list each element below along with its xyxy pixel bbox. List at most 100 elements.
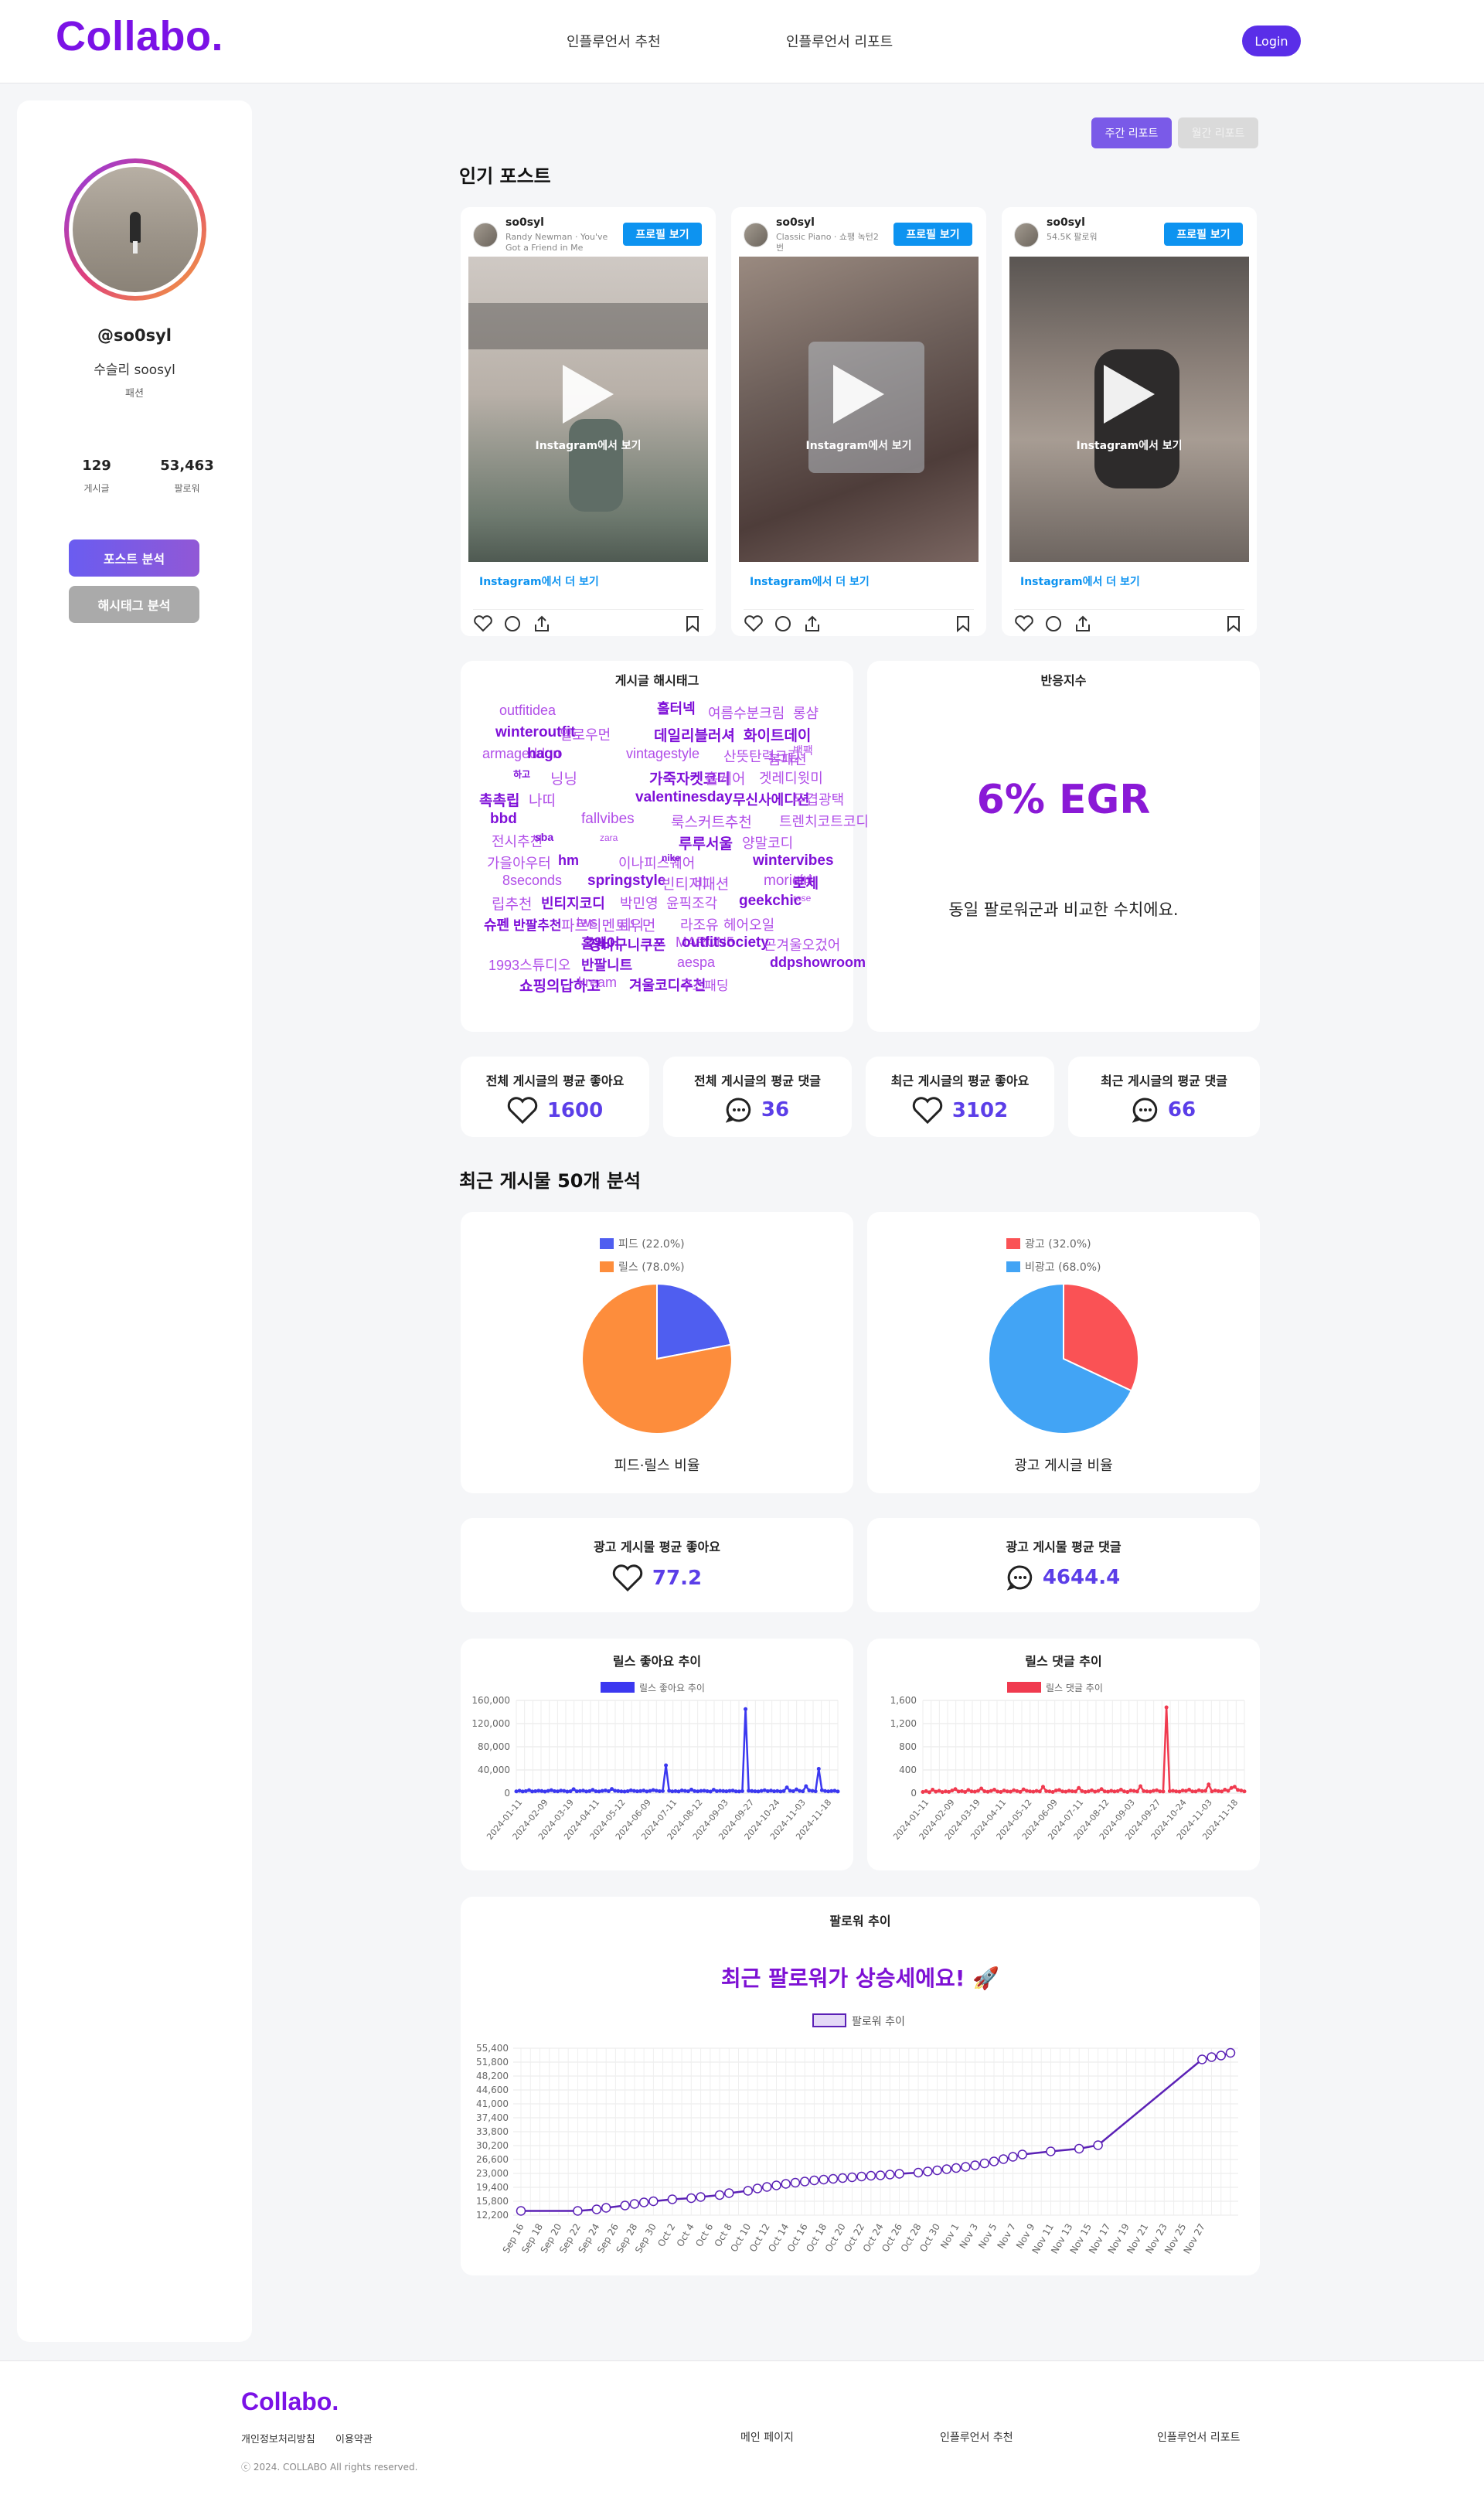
instagram-more-link[interactable]: Instagram에서 더 보기 bbox=[750, 573, 870, 589]
hashtag-item[interactable]: 룩스커트추천 bbox=[671, 811, 752, 832]
hashtag-item[interactable]: 윤픽조각 bbox=[666, 893, 717, 913]
hashtag-item[interactable]: 촉촉립 bbox=[479, 789, 519, 810]
hashtag-item[interactable]: springstyle bbox=[587, 873, 665, 890]
footer-link-main[interactable]: 메인 페이지 bbox=[740, 2429, 794, 2445]
instagram-more-link[interactable]: Instagram에서 더 보기 bbox=[479, 573, 599, 589]
data-point bbox=[943, 1789, 948, 1794]
hashtag-item[interactable]: 빈티지코디 bbox=[541, 893, 605, 913]
hashtag-item[interactable]: 8seconds bbox=[502, 873, 562, 889]
hashtag-item[interactable]: 박민영 bbox=[620, 893, 659, 913]
instagram-view-link[interactable]: Instagram에서 보기 bbox=[1009, 437, 1249, 453]
hashtag-item[interactable]: 가을아우터 bbox=[487, 853, 551, 873]
instagram-view-link[interactable]: Instagram에서 보기 bbox=[739, 437, 979, 453]
view-profile-button[interactable]: 프로필 보기 bbox=[893, 223, 972, 246]
tab-monthly-report[interactable]: 월간 리포트 bbox=[1178, 117, 1258, 148]
hashtag-item[interactable]: 양말코디 bbox=[742, 832, 793, 853]
hashtag-item[interactable]: outfitsociety bbox=[682, 934, 769, 951]
instagram-view-link[interactable]: Instagram에서 보기 bbox=[468, 437, 708, 453]
instagram-more-link[interactable]: Instagram에서 더 보기 bbox=[1020, 573, 1140, 589]
play-icon[interactable] bbox=[563, 365, 614, 424]
hashtag-item[interactable]: 로제 bbox=[793, 873, 819, 893]
footer-logo[interactable]: Collabo. bbox=[241, 2388, 339, 2416]
bookmark-icon[interactable] bbox=[954, 614, 972, 633]
hashtag-item[interactable]: 닝닝 bbox=[550, 767, 577, 788]
post-video[interactable]: Instagram에서 보기 bbox=[1009, 257, 1249, 562]
post-video[interactable]: Instagram에서 보기 bbox=[468, 257, 708, 562]
nav-influencer-recommend[interactable]: 인플루언서 추천 bbox=[567, 31, 661, 51]
hashtag-item[interactable]: 밀로우먼 bbox=[560, 724, 611, 744]
hashtag-item[interactable]: bbd bbox=[490, 811, 517, 828]
hashtag-item[interactable]: 롱샴 bbox=[793, 703, 819, 723]
view-profile-button[interactable]: 프로필 보기 bbox=[1164, 223, 1243, 246]
hashtag-item[interactable]: nike bbox=[662, 853, 680, 863]
hashtag-item[interactable]: wintervibes bbox=[753, 853, 834, 870]
brand-logo[interactable]: Collabo. bbox=[56, 12, 223, 60]
hashtag-analysis-button[interactable]: 해시태그 분석 bbox=[69, 586, 199, 623]
hashtag-item[interactable]: fallvibes bbox=[581, 811, 635, 828]
heart-icon[interactable] bbox=[473, 614, 493, 633]
nav-influencer-report[interactable]: 인플루언서 리포트 bbox=[786, 31, 893, 51]
post-username[interactable]: so0syl bbox=[776, 216, 815, 229]
view-profile-button[interactable]: 프로필 보기 bbox=[623, 223, 702, 246]
tab-weekly-report[interactable]: 주간 리포트 bbox=[1091, 117, 1172, 148]
hashtag-item[interactable]: 1993스튜디오 bbox=[488, 955, 570, 975]
footer-link-recommend[interactable]: 인플루언서 추천 bbox=[940, 2429, 1013, 2445]
hashtag-item[interactable]: 슈펜 bbox=[484, 914, 509, 934]
hashtag-item[interactable]: 나띠 bbox=[529, 789, 556, 810]
heart-icon[interactable] bbox=[744, 614, 764, 633]
terms-link[interactable]: 이용약관 bbox=[335, 2431, 373, 2445]
hashtag-item[interactable]: 백팩 bbox=[793, 743, 813, 758]
hashtag-item[interactable]: 트렌치코트코디 bbox=[779, 811, 869, 831]
bookmark-icon[interactable] bbox=[683, 614, 702, 633]
comment-icon[interactable] bbox=[773, 614, 793, 633]
hashtag-item[interactable]: 곤겨울오겄어 bbox=[764, 934, 840, 955]
hashtag-item[interactable]: ddpshowroom bbox=[770, 955, 866, 971]
post-username[interactable]: so0syl bbox=[1047, 216, 1085, 229]
hashtag-item[interactable]: 반팔니트 bbox=[581, 955, 632, 975]
share-icon[interactable] bbox=[802, 614, 822, 633]
hashtag-item[interactable]: 헤어오일 bbox=[723, 914, 774, 934]
hashtag-item[interactable]: zara bbox=[600, 832, 618, 843]
post-username[interactable]: so0syl bbox=[505, 216, 544, 229]
heart-icon[interactable] bbox=[1014, 614, 1034, 633]
hashtag-item[interactable]: kream bbox=[578, 975, 617, 991]
hashtag-item[interactable]: 비 bbox=[694, 873, 707, 893]
hashtag-item[interactable]: 겟레디윗미 bbox=[759, 767, 823, 788]
hashtag-item[interactable]: 파르티멘토우먼 bbox=[561, 914, 655, 935]
hashtag-item[interactable]: 반팔추천 bbox=[513, 914, 562, 934]
hashtag-item[interactable]: 홀케어 bbox=[705, 767, 745, 788]
hashtag-item[interactable]: 화이트데이 bbox=[744, 724, 811, 745]
hashtag-item[interactable]: rose bbox=[793, 893, 811, 904]
privacy-policy-link[interactable]: 개인정보처리방침 bbox=[241, 2431, 315, 2445]
hashtag-item[interactable]: hm bbox=[558, 853, 579, 869]
hashtag-item[interactable]: valentinesday bbox=[635, 789, 733, 806]
hashtag-item[interactable]: 구스패딩 bbox=[680, 975, 729, 994]
comment-icon[interactable] bbox=[1043, 614, 1064, 633]
hashtag-item[interactable]: 립추천 bbox=[492, 893, 532, 914]
play-icon[interactable] bbox=[1104, 365, 1155, 424]
bookmark-icon[interactable] bbox=[1224, 614, 1243, 633]
post-video[interactable]: Instagram에서 보기 bbox=[739, 257, 979, 562]
play-icon[interactable] bbox=[833, 365, 884, 424]
hashtag-item[interactable]: sba bbox=[535, 831, 553, 843]
hashtag-item[interactable]: aespa bbox=[677, 955, 715, 971]
share-icon[interactable] bbox=[1073, 614, 1093, 633]
hashtag-item[interactable]: vintagestyle bbox=[626, 746, 699, 762]
hashtag-item[interactable]: 이나피스퀘어 bbox=[618, 853, 695, 873]
hashtag-item[interactable]: 라조유 bbox=[680, 914, 719, 934]
hashtag-item[interactable]: 두겹광택 bbox=[793, 789, 844, 809]
hashtag-item[interactable]: 여름수분크림 bbox=[708, 703, 785, 723]
data-point bbox=[1099, 1787, 1104, 1792]
hashtag-item[interactable]: 데일리블러셔 bbox=[654, 724, 735, 745]
post-analysis-button[interactable]: 포스트 분석 bbox=[69, 539, 199, 577]
comment-icon[interactable] bbox=[502, 614, 522, 633]
hashtag-item[interactable]: 홀터넥 bbox=[657, 698, 696, 718]
hashtag-item[interactable]: 하고 bbox=[513, 767, 530, 781]
footer-link-report[interactable]: 인플루언서 리포트 bbox=[1157, 2429, 1241, 2445]
hashtag-item[interactable]: 루루서울 bbox=[679, 832, 733, 853]
login-button[interactable]: Login bbox=[1242, 26, 1301, 56]
share-icon[interactable] bbox=[532, 614, 552, 633]
hashtag-item[interactable]: outfitidea bbox=[499, 703, 556, 719]
hashtag-item[interactable]: 장바구니쿠폰 bbox=[589, 934, 665, 955]
hashtag-item[interactable]: hago bbox=[527, 746, 562, 763]
